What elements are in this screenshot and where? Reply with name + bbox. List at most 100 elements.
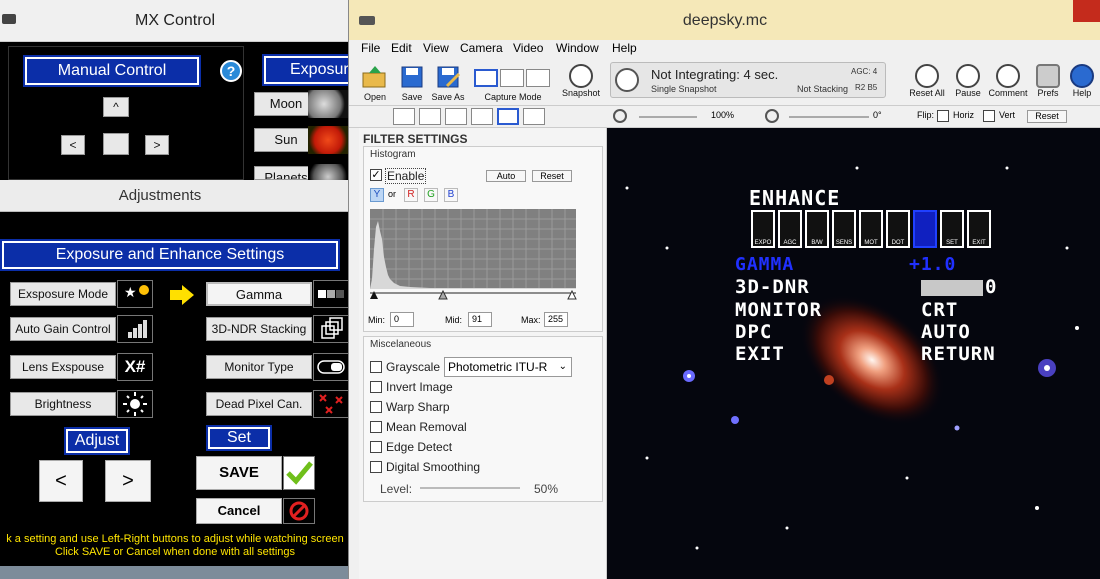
auto-gain-control-button[interactable]: Auto Gain Control xyxy=(10,317,116,341)
warp-sharp-label: Warp Sharp xyxy=(386,400,450,414)
edge-detect-label: Edge Detect xyxy=(386,440,453,454)
main-toolbar: Open Save Save As Capture Mode Snapshot … xyxy=(349,58,1100,106)
mid-input[interactable]: 91 xyxy=(468,312,492,327)
exposure-tab[interactable]: Exposur xyxy=(262,54,356,86)
monitor-toggle-icon xyxy=(313,353,349,381)
pause-button[interactable]: Pause xyxy=(953,64,983,98)
save-as-icon xyxy=(437,66,461,88)
monitor-type-button[interactable]: Monitor Type xyxy=(206,355,312,379)
flip-horiz-label: Horiz xyxy=(953,110,975,120)
channel-r-button[interactable]: R xyxy=(404,188,418,202)
next-button[interactable]: > xyxy=(105,460,151,502)
filter-tool-icon[interactable] xyxy=(471,108,493,125)
enable-label: Enable xyxy=(385,168,427,184)
flip-horiz-checkbox[interactable] xyxy=(937,110,949,122)
crosshair-tool-icon[interactable] xyxy=(523,108,545,125)
3d-ndr-stacking-button[interactable]: 3D-NDR Stacking xyxy=(206,317,312,341)
menu-camera[interactable]: Camera xyxy=(460,41,503,55)
digital-smoothing-checkbox[interactable] xyxy=(370,461,382,473)
camera-video-view[interactable]: ENHANCE EXPO AGC B/W SENS MOT DOT SET EX… xyxy=(607,128,1100,579)
prefs-button[interactable]: Prefs xyxy=(1033,64,1063,98)
comment-icon xyxy=(996,64,1020,88)
cancel-button[interactable]: Cancel xyxy=(196,498,282,524)
adjust-label: Adjust xyxy=(64,427,130,455)
osd-gamma-label: GAMMA xyxy=(735,254,795,275)
capture-film-icon[interactable] xyxy=(526,69,550,87)
snapshot-label: Snapshot xyxy=(561,88,601,98)
osd-sens-icon: SENS xyxy=(832,210,856,248)
open-label: Open xyxy=(363,92,387,102)
reset-all-button[interactable]: Reset All xyxy=(907,64,947,98)
snapshot-button[interactable]: Snapshot xyxy=(559,64,603,98)
open-folder-icon xyxy=(362,66,386,88)
save-button[interactable]: SAVE xyxy=(196,456,282,490)
status-r2b5: R2 B5 xyxy=(855,83,878,92)
help-icon[interactable]: ? xyxy=(220,60,242,82)
invert-image-checkbox[interactable] xyxy=(370,381,382,393)
previous-button[interactable]: < xyxy=(39,460,83,502)
film-tool-icon[interactable] xyxy=(419,108,441,125)
edge-detect-checkbox[interactable] xyxy=(370,441,382,453)
gamma-scale-icon xyxy=(313,280,349,308)
menu-edit[interactable]: Edit xyxy=(391,41,412,55)
status-main: Not Integrating: 4 sec. xyxy=(651,67,779,82)
nav-left-button[interactable]: < xyxy=(61,135,85,155)
menubar: File Edit View Camera Video Window Help xyxy=(349,40,1100,58)
channel-b-button[interactable]: B xyxy=(444,188,458,202)
glasses-tool-icon[interactable] xyxy=(497,108,519,125)
close-icon[interactable] xyxy=(1073,0,1100,22)
lens-exposure-button[interactable]: Lens Exspouse xyxy=(10,355,116,379)
manual-control-panel: Manual Control ^ < > xyxy=(8,46,244,180)
zoom-value: 100% xyxy=(711,110,735,120)
layers-tool-icon[interactable] xyxy=(445,108,467,125)
zoom-slider[interactable] xyxy=(639,116,697,118)
taskbar-strip xyxy=(0,566,350,579)
save-as-button[interactable]: Save As xyxy=(431,64,465,102)
menu-help[interactable]: Help xyxy=(612,41,637,55)
min-input[interactable]: 0 xyxy=(390,312,414,327)
enable-checkbox[interactable]: ✓ xyxy=(370,169,382,181)
menu-view[interactable]: View xyxy=(423,41,449,55)
level-label: Level: xyxy=(380,482,413,496)
comment-button[interactable]: Comment xyxy=(987,64,1029,98)
pause-icon xyxy=(956,64,980,88)
grayscale-mode-select[interactable]: Photometric ITU-R ⌄ xyxy=(444,357,572,377)
flip-vert-label: Vert xyxy=(999,110,1016,120)
capture-single-icon[interactable] xyxy=(474,69,498,87)
grayscale-checkbox[interactable] xyxy=(370,361,382,373)
auto-button[interactable]: Auto xyxy=(486,170,526,182)
osd-row-dpc: DPC xyxy=(735,321,773,343)
grayscale-mode-value: Photometric ITU-R xyxy=(448,360,548,374)
warp-sharp-checkbox[interactable] xyxy=(370,401,382,413)
osd-row-exit: EXIT xyxy=(735,343,785,365)
max-input[interactable]: 255 xyxy=(544,312,568,327)
channel-g-button[interactable]: G xyxy=(424,188,438,202)
osd-value-exit: RETURN xyxy=(921,343,996,365)
brightness-button[interactable]: Brightness xyxy=(10,392,116,416)
menu-video[interactable]: Video xyxy=(513,41,543,55)
capture-grid-icon[interactable] xyxy=(500,69,524,87)
nav-up-button[interactable]: ^ xyxy=(103,97,129,117)
help-button[interactable]: Help xyxy=(1067,64,1097,98)
flip-vert-checkbox[interactable] xyxy=(983,110,995,122)
planet-icon xyxy=(308,164,348,180)
nav-center-button[interactable] xyxy=(103,133,129,155)
level-slider[interactable] xyxy=(420,487,520,489)
flip-reset-button[interactable]: Reset xyxy=(1027,110,1067,123)
nav-right-button[interactable]: > xyxy=(145,135,169,155)
invert-image-label: Invert Image xyxy=(386,380,453,394)
gamma-button[interactable]: Gamma xyxy=(206,282,312,306)
save-toolbar-button[interactable]: Save xyxy=(397,64,427,102)
camera-tool-icon[interactable] xyxy=(393,108,415,125)
histogram-reset-button[interactable]: Reset xyxy=(532,170,572,182)
save-as-label: Save As xyxy=(431,92,465,102)
channel-y-button[interactable]: Y xyxy=(370,188,384,202)
set-label: Set xyxy=(206,425,272,451)
rotation-slider[interactable] xyxy=(789,116,869,118)
menu-file[interactable]: File xyxy=(361,41,380,55)
menu-window[interactable]: Window xyxy=(556,41,599,55)
exposure-mode-button[interactable]: Exsposure Mode xyxy=(10,282,116,306)
dead-pixel-cancel-button[interactable]: Dead Pixel Can. xyxy=(206,392,312,416)
mean-removal-checkbox[interactable] xyxy=(370,421,382,433)
open-button[interactable]: Open xyxy=(359,64,391,102)
